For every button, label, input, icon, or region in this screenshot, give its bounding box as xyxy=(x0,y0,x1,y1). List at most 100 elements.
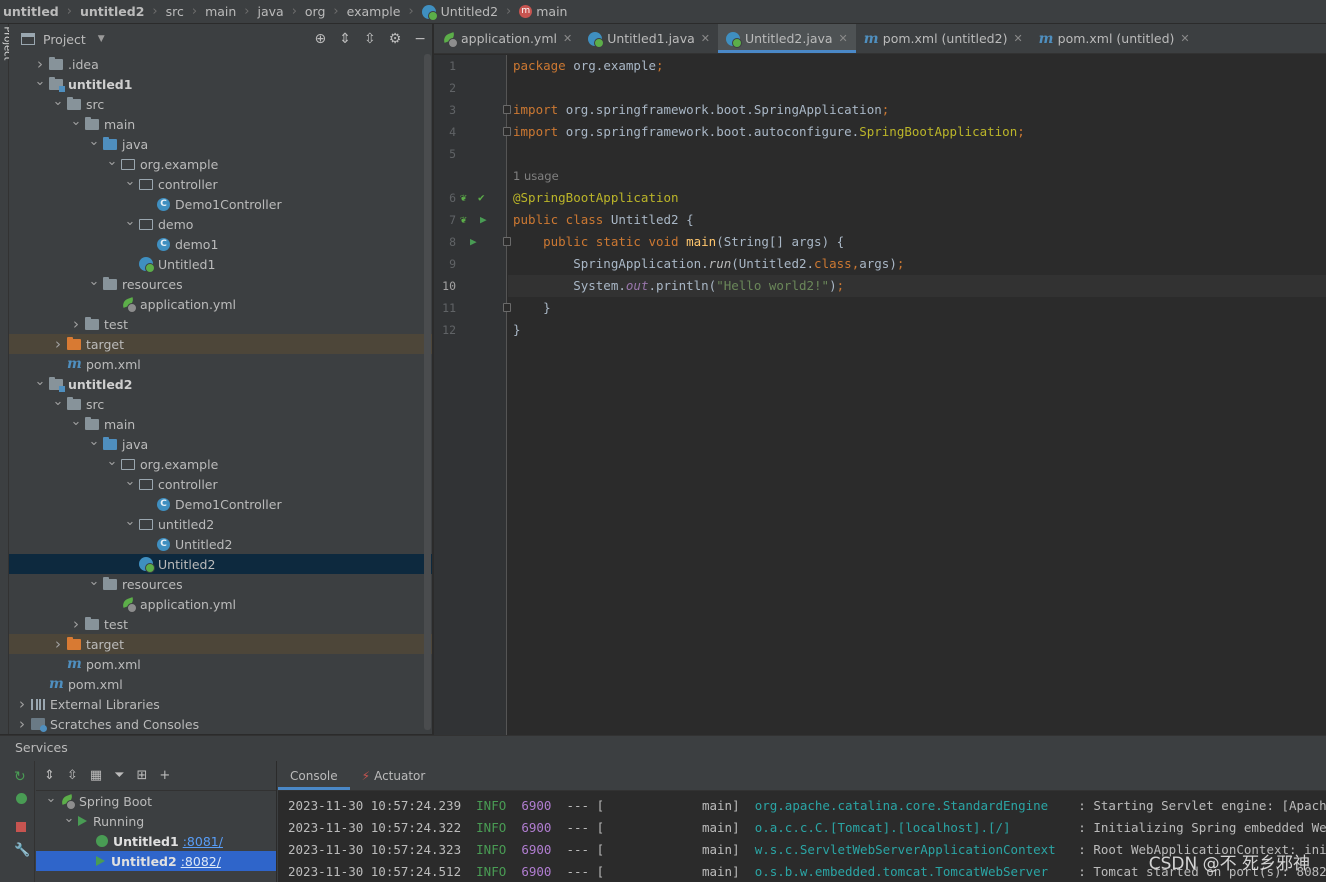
chevron-down-icon[interactable]: ⌄ xyxy=(121,514,139,529)
service-node[interactable]: ⌄ Spring Boot xyxy=(36,791,276,811)
breadcrumb-item[interactable]: main xyxy=(202,0,239,23)
editor-tab[interactable]: application.yml ✕ xyxy=(434,24,580,53)
group-by-icon[interactable]: ▦ xyxy=(90,768,102,783)
collapse-all-icon[interactable]: ⇳ xyxy=(364,31,376,47)
chevron-right-icon[interactable]: › xyxy=(31,55,49,73)
tree-node[interactable]: ›Untitled1 xyxy=(9,254,432,274)
editor-tab[interactable]: Untitled1.java ✕ xyxy=(580,24,718,53)
tree-node[interactable]: ⌄ main xyxy=(9,114,432,134)
gear-icon[interactable]: ⚙ xyxy=(389,31,402,47)
chevron-down-icon[interactable]: ⌄ xyxy=(42,791,60,806)
code-line[interactable]: import org.springframework.boot.autoconf… xyxy=(513,121,1025,143)
service-node[interactable]: ⌄ Running xyxy=(36,811,276,831)
tree-node[interactable]: ⌄ resources xyxy=(9,574,432,594)
tree-node[interactable]: ›mpom.xml xyxy=(9,654,432,674)
tree-node[interactable]: ›CUntitled2 xyxy=(9,534,432,554)
chevron-down-icon[interactable]: ⌄ xyxy=(85,434,103,449)
tree-node[interactable]: › test xyxy=(9,614,432,634)
code-line[interactable]: System.out.println("Hello world2!"); xyxy=(513,275,844,297)
spring-bean-icon[interactable]: ❦ xyxy=(460,213,467,226)
stop-icon[interactable] xyxy=(16,822,26,832)
tree-node[interactable]: ⌄ main xyxy=(9,414,432,434)
run-gutter-icon[interactable]: ▶ xyxy=(480,213,487,226)
expand-all-icon[interactable]: ⇕ xyxy=(44,768,55,783)
new-tab-icon[interactable]: ⊞ xyxy=(137,768,148,783)
chevron-right-icon[interactable]: › xyxy=(67,615,85,633)
close-icon[interactable]: ✕ xyxy=(1180,32,1189,45)
chevron-down-icon[interactable]: ⌄ xyxy=(85,274,103,289)
close-icon[interactable]: ✕ xyxy=(701,32,710,45)
tree-node[interactable]: ›application.yml xyxy=(9,294,432,314)
service-port-link[interactable]: :8082/ xyxy=(181,854,221,869)
project-view-selector[interactable]: Project xyxy=(43,32,86,47)
spring-bean-icon[interactable]: ❦ xyxy=(460,191,467,204)
close-icon[interactable]: ✕ xyxy=(1013,32,1022,45)
tree-node[interactable]: ›CDemo1Controller xyxy=(9,194,432,214)
tree-node[interactable]: › target xyxy=(9,334,432,354)
tree-node[interactable]: › target xyxy=(9,634,432,654)
breadcrumb-item[interactable]: untitled xyxy=(0,0,62,23)
tree-node[interactable]: ›Cdemo1 xyxy=(9,234,432,254)
tree-node[interactable]: ⌄ src xyxy=(9,394,432,414)
collapse-all-icon[interactable]: ⇳ xyxy=(67,768,78,783)
tree-node[interactable]: ⌄ demo xyxy=(9,214,432,234)
editor-code-area[interactable]: package org.example; import org.springfra… xyxy=(508,55,1326,735)
breadcrumb-item[interactable]: org xyxy=(302,0,329,23)
filter-icon[interactable]: ⏷ xyxy=(114,768,124,783)
tree-node[interactable]: ›application.yml xyxy=(9,594,432,614)
spring-run-icon[interactable]: ✔ xyxy=(478,191,485,204)
chevron-down-icon[interactable]: ⌄ xyxy=(49,94,67,109)
chevron-down-icon[interactable]: ⌄ xyxy=(85,134,103,149)
hide-panel-icon[interactable]: − xyxy=(414,31,426,47)
chevron-down-icon[interactable]: ⌄ xyxy=(103,154,121,169)
chevron-down-icon[interactable]: ⌄ xyxy=(121,214,139,229)
rerun-icon[interactable]: ↻ xyxy=(14,769,26,785)
service-port-link[interactable]: :8081/ xyxy=(183,834,223,849)
locate-file-icon[interactable]: ⊕ xyxy=(315,31,327,47)
console-tab[interactable]: ⚡ Actuator xyxy=(350,761,438,790)
chevron-right-icon[interactable]: › xyxy=(49,335,67,353)
code-line[interactable]: public static void main(String[] args) { xyxy=(513,231,844,253)
breadcrumb-item[interactable]: src xyxy=(163,0,187,23)
code-line[interactable]: SpringApplication.run(Untitled2.class,ar… xyxy=(513,253,904,275)
code-line[interactable]: package org.example; xyxy=(513,55,664,77)
service-node[interactable]: ⌄Untitled1:8081/ xyxy=(36,831,276,851)
chevron-down-icon[interactable]: ⌄ xyxy=(121,174,139,189)
tree-node[interactable]: ⌄ java xyxy=(9,134,432,154)
chevron-down-icon[interactable]: ⌄ xyxy=(67,114,85,129)
code-line[interactable]: @SpringBootApplication xyxy=(513,187,679,209)
tree-node[interactable]: ›mpom.xml xyxy=(9,354,432,374)
tree-node[interactable]: ⌄ org.example xyxy=(9,154,432,174)
code-line[interactable]: } xyxy=(513,319,521,341)
breadcrumb-item[interactable]: untitled2 xyxy=(77,0,147,23)
tree-node[interactable]: ⌄ controller xyxy=(9,474,432,494)
breadcrumb-item[interactable]: example xyxy=(344,0,404,23)
tree-node[interactable]: › .idea xyxy=(9,54,432,74)
chevron-down-icon[interactable]: ⌄ xyxy=(67,414,85,429)
tree-node[interactable]: ⌄ java xyxy=(9,434,432,454)
tree-node[interactable]: ⌄ untitled2 xyxy=(9,514,432,534)
console-tab[interactable]: Console xyxy=(278,761,350,790)
tree-node[interactable]: ⌄ resources xyxy=(9,274,432,294)
tree-node[interactable]: ⌄ untitled2 xyxy=(9,374,432,394)
editor-tab[interactable]: m pom.xml (untitled) ✕ xyxy=(1031,24,1198,53)
code-line[interactable]: public class Untitled2 { xyxy=(513,209,694,231)
expand-all-icon[interactable]: ⇕ xyxy=(339,31,351,47)
service-node[interactable]: ⌄Untitled2:8082/ xyxy=(36,851,276,871)
chevron-right-icon[interactable]: › xyxy=(67,315,85,333)
close-icon[interactable]: ✕ xyxy=(563,32,572,45)
chevron-down-icon[interactable]: ⌄ xyxy=(60,811,78,826)
chevron-right-icon[interactable]: › xyxy=(13,695,31,713)
tree-node[interactable]: › Scratches and Consoles xyxy=(9,714,432,734)
chevron-down-icon[interactable]: ⌄ xyxy=(49,394,67,409)
chevron-down-icon[interactable]: ⌄ xyxy=(121,474,139,489)
breadcrumb-item[interactable]: m main xyxy=(516,0,570,23)
close-icon[interactable]: ✕ xyxy=(839,32,848,45)
editor-tab[interactable]: Untitled2.java ✕ xyxy=(717,24,856,53)
tree-node[interactable]: › test xyxy=(9,314,432,334)
run-gutter-icon[interactable]: ▶ xyxy=(470,235,477,248)
tree-node[interactable]: › External Libraries xyxy=(9,694,432,714)
breadcrumb-item[interactable]: Untitled2 xyxy=(419,0,501,23)
editor-tab[interactable]: m pom.xml (untitled2) ✕ xyxy=(856,24,1031,53)
chevron-down-icon[interactable]: ⌄ xyxy=(31,374,49,389)
